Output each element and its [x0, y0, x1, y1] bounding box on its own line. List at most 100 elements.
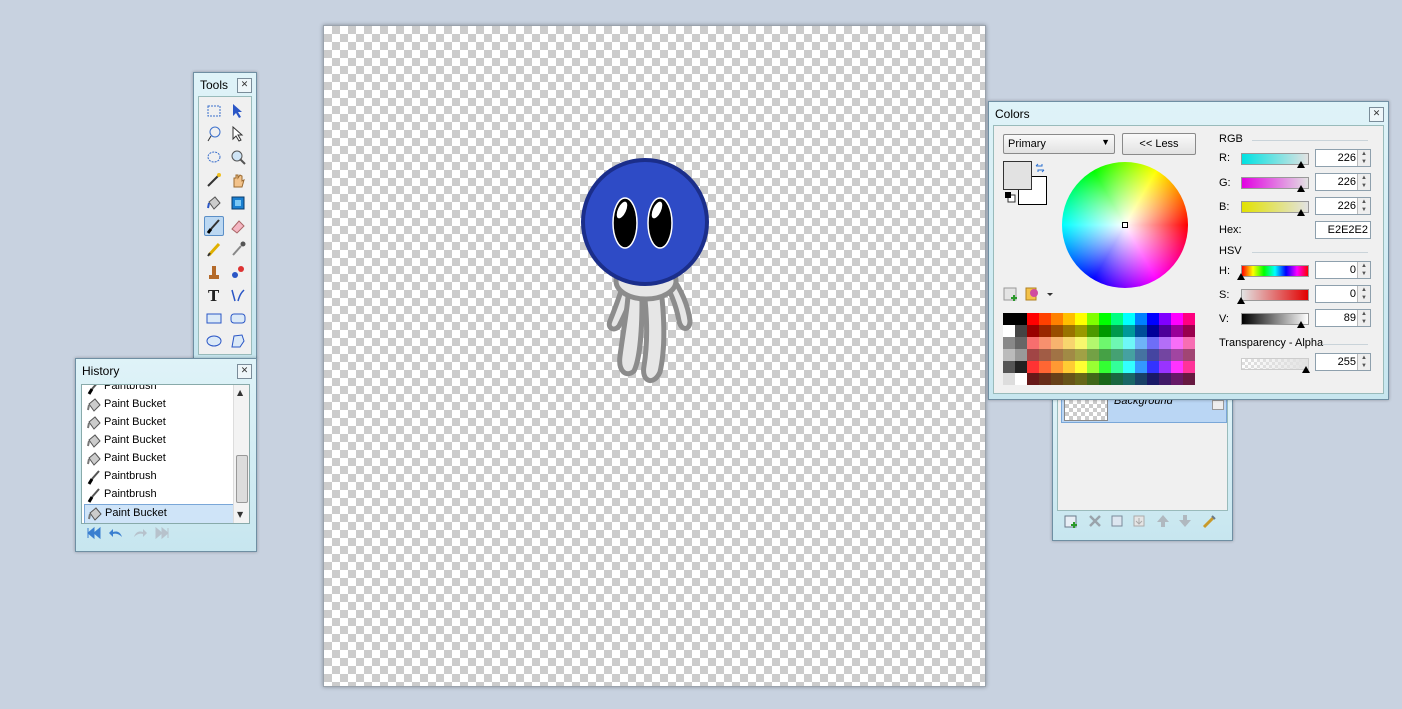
palette-swatch: [1039, 349, 1051, 361]
green-spinner[interactable]: ▲ ▼: [1357, 174, 1370, 190]
palette-swatch: [1039, 337, 1051, 349]
zoom-tool[interactable]: [229, 148, 247, 166]
blue-input[interactable]: 226 ▲ ▼: [1315, 197, 1371, 215]
history-item[interactable]: Paintbrush: [84, 468, 232, 486]
palette-swatch: [1051, 361, 1063, 373]
color-picker-tool[interactable]: [229, 240, 247, 258]
color-mode-select[interactable]: Primary ▼: [1003, 134, 1115, 154]
ellipse-tool[interactable]: [205, 332, 223, 350]
palette-menu-icon[interactable]: [1025, 286, 1053, 302]
history-scrollbar[interactable]: ▲ ▼: [233, 385, 249, 523]
move-selection-tool[interactable]: [229, 125, 247, 143]
gradient-tool[interactable]: [229, 194, 247, 212]
colors-close-button[interactable]: ✕: [1369, 107, 1384, 122]
saturation-input[interactable]: 0 ▲ ▼: [1315, 285, 1371, 303]
freeform-shape-tool[interactable]: [229, 332, 247, 350]
red-input[interactable]: 226 ▲ ▼: [1315, 149, 1371, 167]
hue-spinner[interactable]: ▲ ▼: [1357, 262, 1370, 278]
paint-bucket-tool[interactable]: [205, 194, 223, 212]
rectangle-tool[interactable]: [205, 309, 223, 327]
color-wheel-marker[interactable]: [1122, 222, 1128, 228]
palette-swatch: [1135, 361, 1147, 373]
rounded-rectangle-tool[interactable]: [229, 309, 247, 327]
ellipse-select-tool[interactable]: [205, 148, 223, 166]
lasso-select-tool[interactable]: [205, 125, 223, 143]
hue-slider-thumb[interactable]: [1237, 273, 1245, 280]
pan-tool[interactable]: [229, 171, 247, 189]
hue-slider[interactable]: [1241, 265, 1309, 277]
layer-properties-button[interactable]: [1212, 400, 1224, 410]
duplicate-layer-icon[interactable]: [1109, 513, 1125, 529]
blue-spinner[interactable]: ▲ ▼: [1357, 198, 1370, 214]
saturation-slider-thumb[interactable]: [1237, 297, 1245, 304]
swap-colors-icon[interactable]: [1034, 162, 1046, 174]
add-layer-icon[interactable]: [1063, 513, 1079, 529]
history-item[interactable]: Paint Bucket: [84, 414, 232, 432]
history-close-button[interactable]: ✕: [237, 364, 252, 379]
scroll-down-arrow[interactable]: ▼: [237, 510, 243, 519]
color-palette[interactable]: [1003, 313, 1195, 385]
move-selected-tool[interactable]: [229, 102, 247, 120]
layer-properties-icon[interactable]: [1201, 513, 1217, 529]
red-spinner[interactable]: ▲ ▼: [1357, 150, 1370, 166]
palette-swatch: [1183, 349, 1195, 361]
eraser-tool[interactable]: [229, 217, 247, 235]
less-button[interactable]: << Less: [1122, 133, 1196, 155]
recolor-tool[interactable]: [229, 263, 247, 281]
tools-close-button[interactable]: ✕: [237, 78, 252, 93]
palette-swatch: [1015, 361, 1027, 373]
palette-swatch: [1051, 349, 1063, 361]
paintbrush-tool[interactable]: [204, 216, 224, 236]
layer-row-background[interactable]: Background: [1061, 395, 1227, 423]
palette-swatch: [1003, 337, 1015, 349]
history-item[interactable]: Paintbrush: [84, 486, 232, 504]
move-layer-up-icon[interactable]: [1155, 513, 1171, 529]
rewind-icon[interactable]: [86, 526, 102, 540]
history-item[interactable]: Paint Bucket: [84, 504, 234, 523]
alpha-input[interactable]: 255 ▲ ▼: [1315, 353, 1371, 371]
hue-input[interactable]: 0 ▲ ▼: [1315, 261, 1371, 279]
move-layer-down-icon[interactable]: [1177, 513, 1193, 529]
history-item[interactable]: Paint Bucket: [84, 450, 232, 468]
green-slider-thumb[interactable]: [1297, 185, 1305, 192]
merge-layer-down-icon[interactable]: [1131, 513, 1147, 529]
red-slider-thumb[interactable]: [1297, 161, 1305, 168]
line-curve-tool[interactable]: [229, 286, 247, 304]
blue-slider-thumb[interactable]: [1297, 209, 1305, 216]
redo-icon[interactable]: [132, 526, 148, 540]
alpha-spinner[interactable]: ▲ ▼: [1357, 354, 1370, 370]
palette-swatch: [1183, 337, 1195, 349]
delete-layer-icon[interactable]: [1087, 513, 1103, 529]
undo-icon[interactable]: [108, 526, 124, 540]
history-item[interactable]: Paint Bucket: [84, 396, 232, 414]
fast-forward-icon[interactable]: [154, 526, 170, 540]
hex-input[interactable]: E2E2E2: [1315, 221, 1371, 239]
reset-colors-icon[interactable]: [1004, 191, 1016, 203]
value-spinner[interactable]: ▲ ▼: [1357, 310, 1370, 326]
history-list[interactable]: Paint Bucket Paintbrush Paintbrush Paint Bu…: [81, 384, 250, 524]
saturation-slider[interactable]: [1241, 289, 1309, 301]
text-tool[interactable]: T: [205, 286, 223, 304]
clone-stamp-tool[interactable]: [205, 263, 223, 281]
alpha-slider[interactable]: [1241, 358, 1309, 370]
primary-color-swatch[interactable]: [1003, 161, 1032, 190]
palette-swatch: [1183, 373, 1195, 385]
scroll-thumb[interactable]: [236, 455, 248, 503]
palette-swatch: [1135, 325, 1147, 337]
saturation-spinner[interactable]: ▲ ▼: [1357, 286, 1370, 302]
history-item[interactable]: Paint Bucket: [84, 432, 232, 450]
alpha-slider-thumb[interactable]: [1302, 366, 1310, 373]
add-to-palette-icon[interactable]: [1003, 286, 1019, 302]
scroll-up-arrow[interactable]: ▲: [237, 388, 243, 397]
pencil-tool[interactable]: [205, 240, 223, 258]
magic-wand-tool[interactable]: [205, 171, 223, 189]
value-slider-thumb[interactable]: [1297, 321, 1305, 328]
history-item-label: Paint Bucket: [104, 416, 166, 428]
value-input[interactable]: 89 ▲ ▼: [1315, 309, 1371, 327]
history-item[interactable]: Paintbrush: [84, 385, 232, 396]
rectangle-select-tool[interactable]: [205, 102, 223, 120]
palette-swatch: [1159, 337, 1171, 349]
green-input[interactable]: 226 ▲ ▼: [1315, 173, 1371, 191]
palette-swatch: [1063, 373, 1075, 385]
image-canvas[interactable]: [323, 25, 986, 687]
